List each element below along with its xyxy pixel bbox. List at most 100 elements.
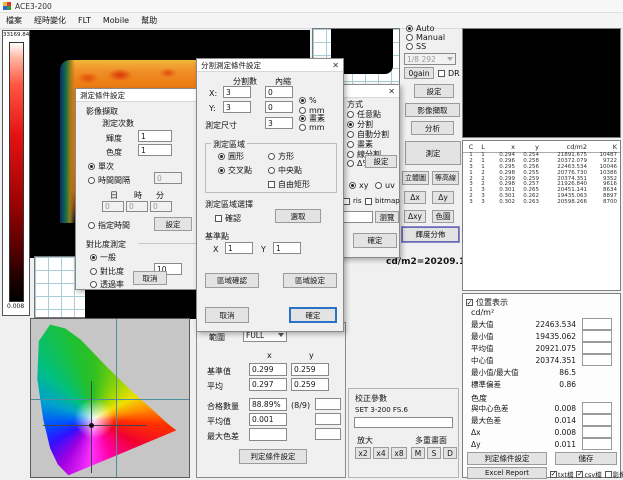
set-button[interactable]: 設定: [414, 84, 454, 98]
method-deltapct-radio[interactable]: [347, 160, 354, 167]
base-x-field[interactable]: 1: [225, 242, 253, 254]
area-set-button[interactable]: 區域設定: [283, 273, 337, 288]
multi-d-button[interactable]: D: [443, 447, 457, 459]
single-radio[interactable]: [88, 163, 95, 170]
avg-y-field[interactable]: 0.259: [291, 378, 329, 391]
ss-radio[interactable]: [406, 43, 413, 50]
zoom-x2-button[interactable]: x2: [355, 447, 371, 459]
analyze-button[interactable]: 分析: [411, 121, 454, 135]
y-div-field[interactable]: 3: [223, 101, 251, 113]
coord-uv-radio[interactable]: [375, 182, 382, 189]
method-set-button[interactable]: 設定: [365, 155, 397, 168]
split-cancel-button[interactable]: 取消: [205, 307, 249, 323]
transmit-radio[interactable]: [90, 281, 97, 288]
region-circle-radio[interactable]: [218, 153, 225, 160]
lum-count-field[interactable]: 1: [138, 130, 172, 142]
unit-percent-radio[interactable]: [299, 97, 306, 104]
multi-m-button[interactable]: M: [411, 447, 425, 459]
shutter-select[interactable]: 1/8 292: [404, 53, 456, 65]
method-anyp-radio[interactable]: [347, 111, 354, 118]
close-icon[interactable]: ✕: [332, 61, 339, 70]
delta-x-button[interactable]: Δx: [404, 191, 426, 204]
ref-y-field[interactable]: 0.259: [291, 363, 329, 376]
ris-checkbox[interactable]: [343, 198, 350, 205]
region-rect-radio[interactable]: [268, 153, 275, 160]
method-split-radio[interactable]: [347, 121, 354, 128]
gain-button[interactable]: 0gain: [404, 67, 434, 79]
multi-s-button[interactable]: S: [427, 447, 441, 459]
pass-field: 88.89%: [249, 398, 287, 411]
menu-flt[interactable]: FLT: [72, 16, 97, 25]
timed-radio[interactable]: [88, 222, 95, 229]
split-ok-button[interactable]: 確定: [289, 307, 337, 323]
region-center-radio[interactable]: [268, 167, 275, 174]
bitmap-checkbox[interactable]: [365, 198, 372, 205]
region-cross-radio[interactable]: [218, 167, 225, 174]
dialog-split-title-bar[interactable]: 分割測定條件設定 ✕: [197, 59, 343, 72]
method-autosplit-radio[interactable]: [347, 131, 354, 138]
x-inset-field[interactable]: 0: [265, 86, 293, 98]
y-inset-field[interactable]: 0: [265, 101, 293, 113]
manual-radio[interactable]: [406, 34, 413, 41]
minute-field[interactable]: 0: [150, 201, 172, 212]
area-confirm-button[interactable]: 區域確認: [205, 273, 259, 288]
interval-radio[interactable]: [88, 177, 95, 184]
method-linesplit-radio[interactable]: [347, 151, 354, 158]
avg-x-field[interactable]: 0.297: [249, 378, 287, 391]
chroma-count-field[interactable]: 1: [138, 144, 172, 156]
contrast-radio[interactable]: [90, 268, 97, 275]
contour-button[interactable]: 等高線: [432, 171, 459, 185]
table-row[interactable]: 330.3020.26320598.2668700: [463, 200, 620, 206]
view3d-button[interactable]: 立體圖: [402, 171, 429, 185]
lum-label: 輝度: [106, 133, 122, 144]
close-icon[interactable]: ✕: [388, 87, 395, 96]
luminance-dist-button[interactable]: 輝度分佈: [402, 227, 459, 242]
unit-pixel-radio[interactable]: [299, 115, 306, 122]
ref-x-field[interactable]: 0.299: [249, 363, 287, 376]
col-y-label: y: [309, 351, 314, 360]
free-rect-checkbox[interactable]: [268, 181, 275, 188]
delta-y-button[interactable]: Δy: [432, 191, 454, 204]
unit-mm2-radio[interactable]: [299, 124, 306, 131]
measure-button[interactable]: 測定: [405, 141, 461, 165]
timed-set-button[interactable]: 設定: [154, 217, 192, 231]
stats-judge-button[interactable]: 判定條件設定: [467, 452, 547, 465]
capture-button[interactable]: 影像擷取: [405, 103, 460, 117]
zoom-x4-button[interactable]: x4: [373, 447, 389, 459]
menu-file[interactable]: 檔案: [0, 15, 28, 26]
capture-image-view[interactable]: [462, 28, 621, 138]
camera-controls: Auto Manual SS 1/8 292 0gain DR 設定 影像擷取 …: [402, 22, 460, 242]
x-div-field[interactable]: 3: [223, 86, 251, 98]
method-pixel-radio[interactable]: [347, 141, 354, 148]
auto-radio[interactable]: [406, 25, 413, 32]
measure-cancel-button[interactable]: 取消: [133, 271, 167, 285]
txt-file-checkbox[interactable]: [550, 471, 557, 478]
confirm-checkbox[interactable]: [215, 215, 222, 222]
coord-xy-radio[interactable]: [349, 182, 356, 189]
menu-timechange[interactable]: 經時變化: [28, 15, 72, 26]
color-map-button[interactable]: 色圖: [432, 210, 454, 223]
judge-box: [582, 354, 612, 366]
calib-field[interactable]: [354, 417, 453, 428]
general-radio[interactable]: [90, 254, 97, 261]
menu-help[interactable]: 幫助: [135, 15, 163, 26]
excel-report-button[interactable]: Excel Report: [467, 467, 547, 479]
delta-xy-button[interactable]: Δxy: [404, 210, 426, 223]
zoom-x8-button[interactable]: x8: [391, 447, 407, 459]
dr-checkbox[interactable]: [438, 70, 445, 77]
judge-condition-button[interactable]: 判定條件設定: [239, 449, 307, 464]
size-field[interactable]: 3: [265, 117, 293, 129]
image-file-checkbox[interactable]: [605, 471, 612, 478]
position-display-checkbox[interactable]: [466, 299, 473, 306]
save-button[interactable]: 儲存: [555, 452, 617, 465]
csv-file-checkbox[interactable]: [576, 471, 583, 478]
browse-button[interactable]: 瀏覽: [375, 211, 399, 223]
hour-field[interactable]: 0: [126, 201, 148, 212]
interval-field[interactable]: 0: [154, 172, 182, 184]
menu-mobile[interactable]: Mobile: [97, 16, 135, 25]
cie-diagram[interactable]: [30, 318, 190, 478]
base-y-field[interactable]: 1: [273, 242, 301, 254]
method-ok-button[interactable]: 確定: [353, 233, 397, 248]
day-field[interactable]: 0: [102, 201, 124, 212]
pick-button[interactable]: 選取: [275, 209, 321, 223]
